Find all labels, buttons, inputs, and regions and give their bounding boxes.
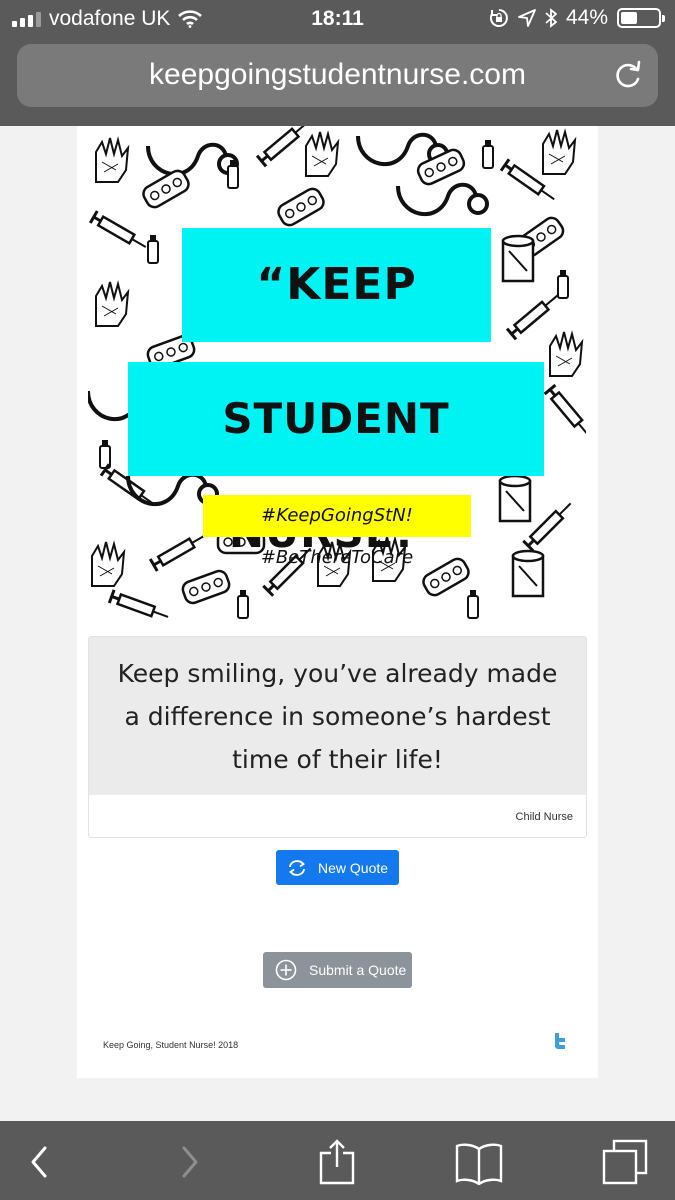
back-icon[interactable] bbox=[14, 1139, 64, 1185]
location-arrow-icon bbox=[518, 9, 536, 27]
quote-text: Keep smiling, you’ve already made a diff… bbox=[89, 637, 586, 795]
hero-title-line1: “KEEP GOING, bbox=[182, 228, 491, 424]
twitter-icon[interactable] bbox=[552, 1033, 566, 1051]
orientation-lock-icon bbox=[489, 9, 508, 27]
web-page: “KEEP GOING, STUDENT NURSE!” #KeepGoingS… bbox=[77, 126, 598, 1078]
status-bar: vodafone UK 18:11 44% bbox=[0, 0, 675, 38]
hero-hashtags: #KeepGoingStN! #BeThereToCare bbox=[203, 495, 471, 568]
refresh-icon bbox=[289, 859, 305, 876]
address-bar[interactable]: keepgoingstudentnurse.com bbox=[17, 44, 658, 107]
bookmarks-icon[interactable] bbox=[454, 1139, 504, 1185]
battery-percent: 44% bbox=[565, 6, 608, 29]
url-text[interactable]: keepgoingstudentnurse.com bbox=[17, 58, 658, 92]
plus-circle-icon bbox=[275, 959, 297, 981]
reload-icon[interactable] bbox=[612, 58, 644, 92]
hero-image: “KEEP GOING, STUDENT NURSE!” #KeepGoingS… bbox=[88, 126, 586, 626]
submit-quote-label: Submit a Quote bbox=[309, 962, 407, 978]
new-quote-label: New Quote bbox=[318, 859, 389, 876]
share-icon[interactable] bbox=[312, 1139, 362, 1185]
hero-title-line2: STUDENT NURSE!” bbox=[128, 362, 544, 557]
status-right: 44% bbox=[489, 6, 665, 30]
new-quote-button[interactable]: New Quote bbox=[276, 850, 399, 885]
browser-bottom-toolbar bbox=[0, 1121, 675, 1200]
quote-card: Keep smiling, you’ve already made a diff… bbox=[88, 636, 587, 838]
bluetooth-icon bbox=[545, 8, 557, 28]
forward-icon[interactable] bbox=[164, 1139, 214, 1185]
quote-author: Child Nurse bbox=[515, 811, 573, 823]
submit-quote-button[interactable]: Submit a Quote bbox=[263, 952, 412, 988]
footer-copyright: Keep Going, Student Nurse! 2018 bbox=[103, 1040, 239, 1050]
tabs-icon[interactable] bbox=[600, 1139, 650, 1185]
browser-top-bar: vodafone UK 18:11 44% keepgoingstudentnu… bbox=[0, 0, 675, 126]
battery-icon bbox=[617, 8, 665, 28]
